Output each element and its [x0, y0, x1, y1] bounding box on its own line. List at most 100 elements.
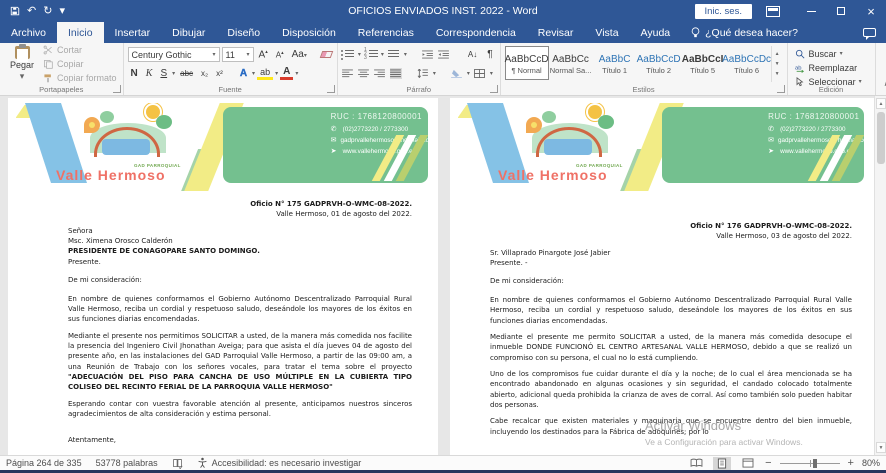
document-page-1[interactable]: Valle Hermoso GAD PARROQUIAL RUC : 17681…	[8, 98, 438, 455]
redo-icon[interactable]: ↻	[43, 6, 52, 17]
save-icon[interactable]	[10, 6, 20, 16]
tab-inicio[interactable]: Inicio	[57, 22, 104, 43]
zoom-slider-thumb[interactable]	[813, 459, 817, 468]
vertical-scrollbar[interactable]: ▲ ▼	[874, 96, 886, 455]
scroll-down-icon[interactable]: ▼	[876, 442, 886, 453]
read-mode-view-button[interactable]	[687, 457, 705, 470]
italic-button[interactable]: K	[143, 68, 156, 79]
close-button[interactable]: ×	[856, 0, 886, 22]
zoom-level[interactable]: 80%	[862, 458, 880, 468]
text-effects-caret[interactable]: ▾	[252, 70, 255, 77]
document-canvas[interactable]: Valle Hermoso GAD PARROQUIAL RUC : 17681…	[0, 96, 886, 455]
zoom-out-button[interactable]: −	[765, 458, 771, 469]
font-size-combobox[interactable]: 11▾	[222, 47, 254, 62]
font-color-caret[interactable]: ▾	[295, 70, 298, 77]
tab-referencias[interactable]: Referencias	[347, 22, 425, 43]
cut-button[interactable]: Cortar	[40, 44, 119, 57]
justify-icon[interactable]	[390, 68, 402, 79]
strikethrough-button[interactable]: abc	[177, 69, 196, 78]
accessibility-status[interactable]: Accesibilidad: es necesario investigar	[197, 457, 362, 470]
paragraph-dialog-launcher[interactable]	[490, 85, 498, 93]
styles-scroll-down-icon[interactable]: ▼	[772, 59, 783, 69]
decrease-indent-icon[interactable]	[422, 49, 434, 60]
numbering-icon[interactable]: 123	[365, 49, 377, 60]
ribbon-display-options-icon[interactable]	[766, 6, 780, 17]
oficio-date: Valle Hermoso, 03 de agosto del 2022.	[490, 231, 852, 241]
print-layout-view-button[interactable]	[713, 457, 731, 470]
tab-disposicion[interactable]: Disposición	[271, 22, 347, 43]
customize-qat-icon[interactable]: ▾	[59, 6, 65, 17]
shading-icon[interactable]	[451, 68, 463, 79]
oficio-date: Valle Hermoso, 01 de agosto del 2022.	[68, 209, 412, 219]
word-count[interactable]: 53778 palabras	[96, 458, 158, 468]
grow-font-button[interactable]: A▴	[256, 49, 271, 60]
style-normal[interactable]: AaBbCcD ¶ Normal	[505, 46, 549, 80]
align-left-icon[interactable]	[342, 68, 354, 79]
web-layout-view-button[interactable]	[739, 457, 757, 470]
tab-revisar[interactable]: Revisar	[527, 22, 585, 43]
style-titulo2[interactable]: AaBbCcD Título 2	[637, 46, 681, 80]
bold-button[interactable]: N	[128, 68, 141, 79]
proofing-status-icon[interactable]	[172, 458, 183, 469]
styles-scroll-up-icon[interactable]: ▲	[772, 49, 783, 59]
tab-diseno[interactable]: Diseño	[216, 22, 271, 43]
tab-dibujar[interactable]: Dibujar	[161, 22, 216, 43]
clipboard-dialog-launcher[interactable]	[113, 85, 121, 93]
borders-icon[interactable]	[474, 68, 486, 79]
copy-button[interactable]: Copiar	[40, 58, 119, 71]
letter-body-2[interactable]: Oficio N° 176 GADPRVH-O-WMC-08-2022. Val…	[450, 191, 874, 437]
increase-indent-icon[interactable]	[438, 49, 450, 60]
style-normal-sa[interactable]: AaBbCc Normal Sa...	[549, 46, 593, 80]
style-titulo6[interactable]: AaBbCcDc Título 6	[725, 46, 769, 80]
superscript-button[interactable]: x²	[213, 69, 226, 78]
align-center-icon[interactable]	[358, 68, 370, 79]
comments-icon[interactable]	[863, 28, 876, 37]
zoom-in-button[interactable]: +	[848, 458, 854, 469]
line-spacing-icon[interactable]	[417, 68, 429, 79]
underline-button[interactable]: S	[157, 68, 170, 79]
subscript-button[interactable]: x₂	[198, 69, 211, 78]
collapse-ribbon-icon[interactable]: ∧	[876, 43, 886, 95]
quick-access-toolbar: ↶ ↻ ▾	[0, 6, 75, 17]
font-color-button[interactable]: A	[280, 67, 293, 80]
scrollbar-thumb[interactable]	[877, 112, 885, 164]
highlight-caret[interactable]: ▾	[275, 70, 278, 77]
sort-icon[interactable]: A↓	[465, 50, 480, 59]
bullets-icon[interactable]	[342, 49, 354, 60]
letter-body-1[interactable]: Oficio N° 175 GADPRVH-O-WMC-08-2022. Val…	[8, 191, 438, 446]
underline-caret[interactable]: ▾	[172, 70, 175, 77]
paste-button[interactable]: Pegar▾	[4, 46, 40, 82]
search-icon	[794, 48, 806, 59]
tab-insertar[interactable]: Insertar	[104, 22, 162, 43]
align-right-icon[interactable]	[374, 68, 386, 79]
styles-more-icon[interactable]: ▼	[772, 69, 783, 79]
zoom-slider[interactable]	[780, 463, 840, 464]
format-painter-button[interactable]: Copiar formato	[40, 72, 119, 85]
replace-button[interactable]: ab Reemplazar	[792, 61, 871, 74]
change-case-button[interactable]: Aa▾	[289, 49, 310, 60]
tell-me-box[interactable]: ¿Qué desea hacer?	[681, 22, 808, 43]
tab-vista[interactable]: Vista	[584, 22, 629, 43]
multilevel-list-icon[interactable]	[388, 49, 400, 60]
page-indicator[interactable]: Página 264 de 335	[6, 458, 82, 468]
styles-dialog-launcher[interactable]	[777, 85, 785, 93]
restore-button[interactable]	[826, 0, 856, 22]
style-titulo5[interactable]: AaBbCcI Título 5	[681, 46, 725, 80]
font-family-combobox[interactable]: Century Gothic▾	[128, 47, 220, 62]
minimize-button[interactable]	[796, 0, 826, 22]
find-button[interactable]: Buscar▾	[792, 47, 871, 60]
sign-in-button[interactable]: Inic. ses.	[695, 4, 753, 19]
tab-ayuda[interactable]: Ayuda	[630, 22, 682, 43]
style-titulo1[interactable]: AaBbC Título 1	[593, 46, 637, 80]
highlight-color-button[interactable]: ab	[257, 68, 273, 80]
tab-correspondencia[interactable]: Correspondencia	[425, 22, 527, 43]
font-dialog-launcher[interactable]	[327, 85, 335, 93]
clear-formatting-icon[interactable]	[321, 49, 333, 60]
undo-icon[interactable]: ↶	[27, 6, 36, 17]
document-page-2[interactable]: Valle Hermoso GAD PARROQUIAL RUC : 17681…	[450, 98, 874, 455]
shrink-font-button[interactable]: A▴	[273, 50, 287, 60]
text-effects-button[interactable]: A	[237, 68, 250, 79]
tab-archivo[interactable]: Archivo	[0, 22, 57, 43]
scroll-up-icon[interactable]: ▲	[876, 98, 886, 109]
show-marks-icon[interactable]: ¶	[484, 49, 495, 60]
